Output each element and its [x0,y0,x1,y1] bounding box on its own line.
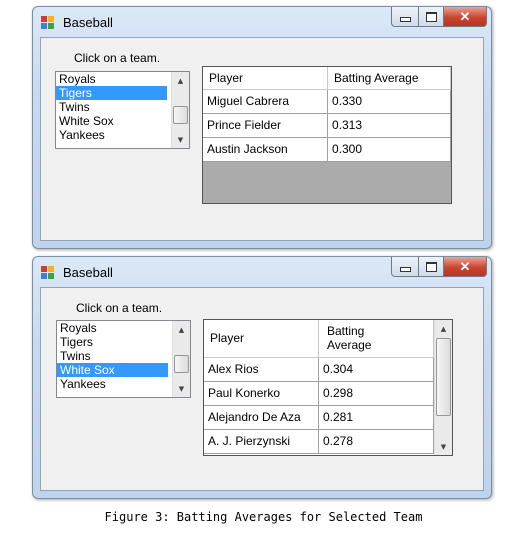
close-button[interactable]: ✕ [444,257,487,277]
client-area: Click on a team. Royals Tigers Twins Whi… [40,287,484,491]
close-button[interactable]: ✕ [444,7,487,27]
close-icon: ✕ [459,259,471,274]
batting-average-cell[interactable]: 0.330 [327,89,451,114]
team-item-yankees[interactable]: Yankees [56,128,167,142]
batting-average-cell[interactable]: 0.278 [318,429,434,454]
player-grid[interactable]: Player Batting Average Alex Rios 0.304 P… [203,319,453,456]
window-title: Baseball [63,265,113,280]
team-item-yankees[interactable]: Yankees [57,377,168,391]
figure-caption: Figure 3: Batting Averages for Selected … [104,510,423,524]
minimize-button[interactable] [391,257,419,277]
client-area: Click on a team. Royals Tigers Twins Whi… [40,37,484,241]
listbox-scrollbar[interactable]: ▲ ▼ [171,72,189,148]
baseball-window-2: Baseball ✕ Click on a team. Royals Tiger… [32,256,492,499]
table-row[interactable]: Austin Jackson 0.300 [203,137,451,162]
player-name-cell[interactable]: Prince Fielder [203,113,328,138]
table-row[interactable]: Paul Konerko 0.298 [204,381,434,406]
caption-buttons: ✕ [391,7,487,27]
player-name-cell[interactable]: Alex Rios [204,357,319,382]
listbox-scrollbar[interactable]: ▲ ▼ [172,321,190,397]
table-row[interactable]: A. J. Pierzynski 0.278 [204,429,434,454]
table-row[interactable]: Alex Rios 0.304 [204,357,434,382]
player-name-cell[interactable]: A. J. Pierzynski [204,429,319,454]
team-item-white-sox[interactable]: White Sox [57,363,168,377]
scroll-down-arrow-icon[interactable]: ▼ [173,380,190,397]
prompt-label: Click on a team. [76,301,163,315]
minimize-button[interactable] [391,7,419,27]
table-row[interactable]: Alejandro De Aza 0.281 [204,405,434,430]
player-grid[interactable]: Player Batting Average Miguel Cabrera 0.… [202,66,452,204]
batting-average-cell[interactable]: 0.313 [327,113,451,138]
team-listbox[interactable]: Royals Tigers Twins White Sox Yankees ▲ … [56,320,191,398]
scroll-up-arrow-icon[interactable]: ▲ [173,321,190,338]
team-item-twins[interactable]: Twins [56,100,167,114]
team-item-white-sox[interactable]: White Sox [56,114,167,128]
maximize-button[interactable] [419,7,444,27]
column-header-player[interactable]: Player [203,67,328,90]
minimize-icon [399,17,411,22]
batting-average-cell[interactable]: 0.300 [327,137,451,162]
scroll-thumb[interactable] [174,355,189,373]
column-header-batting-average[interactable]: Batting Average [327,67,451,90]
title-bar[interactable]: Baseball ✕ [33,257,491,287]
title-bar[interactable]: Baseball ✕ [33,7,491,37]
app-icon [41,16,55,30]
maximize-icon [425,261,437,272]
player-name-cell[interactable]: Austin Jackson [203,137,328,162]
batting-average-cell[interactable]: 0.298 [318,381,434,406]
minimize-icon [399,267,411,272]
scroll-up-arrow-icon[interactable]: ▲ [172,72,189,89]
scroll-down-arrow-icon[interactable]: ▼ [172,131,189,148]
team-item-tigers[interactable]: Tigers [57,335,168,349]
team-item-twins[interactable]: Twins [57,349,168,363]
team-item-royals[interactable]: Royals [56,72,167,86]
baseball-window-1: Baseball ✕ Click on a team. Royals Tiger… [32,6,492,249]
team-item-royals[interactable]: Royals [57,321,168,335]
app-icon [41,266,55,280]
player-name-cell[interactable]: Paul Konerko [204,381,319,406]
column-header-batting-average[interactable]: Batting Average [318,320,434,358]
player-name-cell[interactable]: Alejandro De Aza [204,405,319,430]
window-title: Baseball [63,15,113,30]
column-header-player[interactable]: Player [204,320,319,358]
caption-buttons: ✕ [391,257,487,277]
prompt-label: Click on a team. [74,51,161,65]
team-listbox[interactable]: Royals Tigers Twins White Sox Yankees ▲ … [55,71,190,149]
table-row[interactable]: Miguel Cabrera 0.330 [203,89,451,114]
maximize-icon [425,11,437,22]
batting-average-cell[interactable]: 0.281 [318,405,434,430]
player-name-cell[interactable]: Miguel Cabrera [203,89,328,114]
close-icon: ✕ [459,9,471,24]
maximize-button[interactable] [419,257,444,277]
scroll-down-arrow-icon[interactable]: ▼ [435,438,452,455]
table-row[interactable]: Prince Fielder 0.313 [203,113,451,138]
scroll-thumb[interactable] [173,106,188,124]
scroll-up-arrow-icon[interactable]: ▲ [435,320,452,337]
scroll-thumb[interactable] [436,338,451,416]
batting-average-cell[interactable]: 0.304 [318,357,434,382]
team-item-tigers[interactable]: Tigers [56,86,167,100]
grid-scrollbar[interactable]: ▲ ▼ [434,320,452,455]
